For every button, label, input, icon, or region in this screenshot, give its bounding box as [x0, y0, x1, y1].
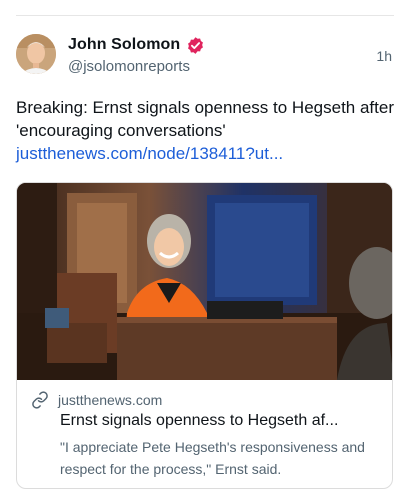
card-image: [17, 183, 392, 380]
card-title[interactable]: Ernst signals openness to Hegseth af...: [60, 412, 378, 430]
card-domain: justthenews.com: [58, 392, 163, 408]
post-header: John Solomon @jsolomonreports 1h: [16, 34, 394, 78]
post-text: Breaking: Ernst signals openness to Hegs…: [16, 96, 394, 165]
avatar[interactable]: [16, 34, 56, 74]
link-preview-card[interactable]: justthenews.com Ernst signals openness t…: [16, 182, 393, 489]
post[interactable]: John Solomon @jsolomonreports 1h Breakin…: [16, 34, 394, 489]
author-block: John Solomon @jsolomonreports: [68, 34, 205, 75]
top-divider: [16, 15, 394, 16]
post-text-content: Breaking: Ernst signals openness to Hegs…: [16, 98, 394, 140]
author-handle[interactable]: @jsolomonreports: [68, 58, 205, 75]
timestamp[interactable]: 1h: [376, 48, 392, 64]
link-icon: [31, 391, 49, 409]
card-meta: justthenews.com Ernst signals openness t…: [17, 380, 392, 480]
author-name[interactable]: John Solomon: [68, 36, 180, 54]
card-description: "I appreciate Pete Hegseth's responsiven…: [60, 439, 365, 477]
avatar-image: [16, 34, 56, 74]
card-photo: [17, 183, 392, 380]
post-link[interactable]: justthenews.com/node/138411?ut...: [16, 144, 283, 163]
verified-badge-icon: [186, 36, 205, 55]
